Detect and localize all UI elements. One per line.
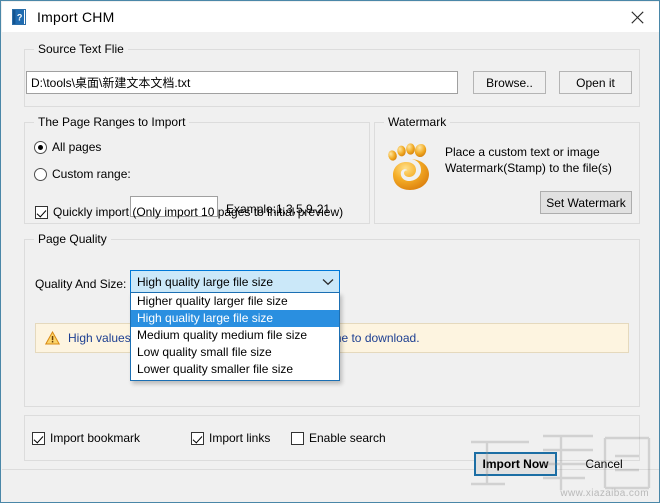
enable-search-row[interactable]: Enable search: [291, 431, 386, 445]
quickly-import-label: Quickly import (Only import 10 pages to …: [53, 205, 344, 219]
quality-and-size-selected-value: High quality large file size: [137, 274, 274, 289]
open-it-button-label: Open it: [576, 75, 615, 90]
all-pages-radio[interactable]: [34, 140, 47, 154]
quickly-import-checkbox[interactable]: [35, 205, 48, 219]
watermark-description-line2: Watermark(Stamp) to the file(s): [445, 161, 612, 175]
all-pages-radio-row[interactable]: All pages: [34, 140, 101, 154]
quickly-import-row[interactable]: Quickly import (Only import 10 pages to …: [35, 205, 343, 219]
dialog-client-area: Source Text Flie D:\tools\桌面\新建文本文档.txt …: [2, 32, 659, 502]
source-path-input[interactable]: D:\tools\桌面\新建文本文档.txt: [26, 71, 458, 94]
source-path-value: D:\tools\桌面\新建文本文档.txt: [31, 76, 191, 90]
set-watermark-button[interactable]: Set Watermark: [540, 191, 632, 214]
page-ranges-legend: The Page Ranges to Import: [34, 115, 190, 129]
enable-search-checkbox[interactable]: [291, 431, 304, 445]
import-now-button[interactable]: Import Now: [474, 452, 557, 476]
page-quality-legend: Page Quality: [34, 232, 111, 246]
watermark-legend: Watermark: [384, 115, 451, 129]
import-chm-dialog: ? Import CHM Source Text Flie D:\tools\桌…: [0, 0, 660, 503]
import-bookmark-label: Import bookmark: [50, 431, 141, 445]
dropdown-option-lower-quality[interactable]: Lower quality smaller file size: [131, 361, 339, 378]
dropdown-option-medium-quality[interactable]: Medium quality medium file size: [131, 327, 339, 344]
window-title: Import CHM: [37, 9, 115, 25]
custom-range-label: Custom range:: [52, 167, 131, 181]
all-pages-label: All pages: [52, 140, 102, 154]
footer-separator: [2, 469, 659, 470]
custom-range-radio[interactable]: [34, 167, 47, 181]
chm-book-icon: ?: [11, 9, 27, 25]
custom-range-radio-row[interactable]: Custom range:: [34, 167, 131, 181]
warning-triangle-icon: [45, 331, 60, 345]
cancel-button[interactable]: Cancel: [568, 452, 640, 476]
quality-and-size-label: Quality And Size:: [35, 277, 127, 291]
import-links-checkbox[interactable]: [191, 431, 204, 445]
footprint-icon: [385, 138, 437, 192]
import-bookmark-checkbox[interactable]: [32, 431, 45, 445]
close-icon[interactable]: [614, 2, 659, 32]
dropdown-option-low-quality[interactable]: Low quality small file size: [131, 344, 339, 361]
set-watermark-button-label: Set Watermark: [546, 195, 626, 210]
quality-and-size-dropdown-list[interactable]: Higher quality larger file size High qua…: [130, 292, 340, 381]
import-bookmark-row[interactable]: Import bookmark: [32, 431, 140, 445]
import-links-row[interactable]: Import links: [191, 431, 270, 445]
browse-button[interactable]: Browse..: [473, 71, 546, 94]
cancel-button-label: Cancel: [585, 457, 623, 471]
dropdown-option-higher-quality[interactable]: Higher quality larger file size: [131, 293, 339, 310]
watermark-description: Place a custom text or image Watermark(S…: [445, 144, 612, 176]
import-links-label: Import links: [209, 431, 271, 445]
watermark-description-line1: Place a custom text or image: [445, 145, 600, 159]
quality-and-size-combobox[interactable]: High quality large file size: [130, 270, 340, 293]
chevron-down-icon[interactable]: [317, 278, 339, 286]
import-now-button-label: Import Now: [482, 457, 549, 471]
title-bar: ? Import CHM: [2, 2, 659, 32]
browse-button-label: Browse..: [486, 75, 533, 90]
enable-search-label: Enable search: [309, 431, 386, 445]
source-text-file-legend: Source Text Flie: [34, 42, 128, 56]
dropdown-option-high-quality[interactable]: High quality large file size: [131, 310, 339, 327]
open-it-button[interactable]: Open it: [559, 71, 632, 94]
svg-text:?: ?: [17, 12, 23, 22]
